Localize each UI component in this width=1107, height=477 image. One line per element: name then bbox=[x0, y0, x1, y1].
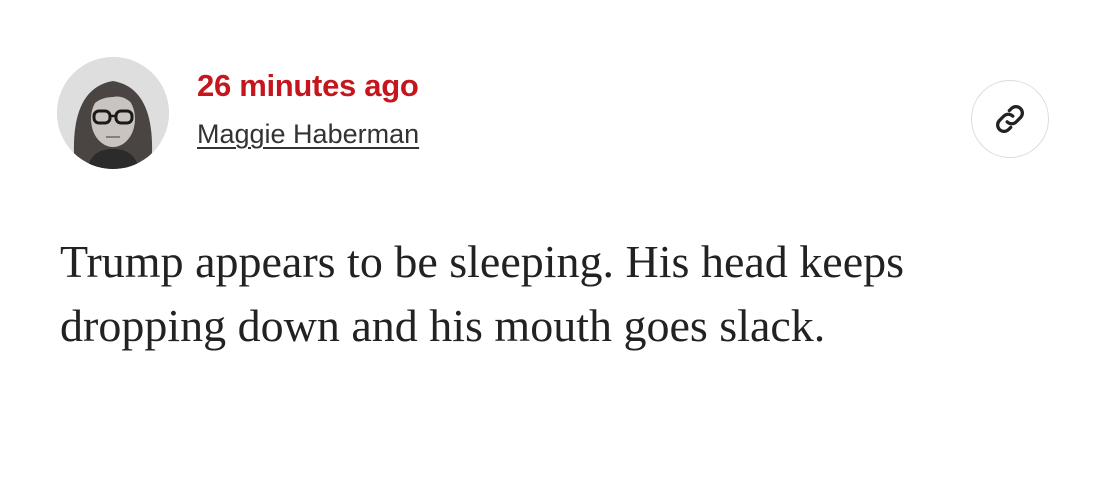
post-timestamp: 26 minutes ago bbox=[197, 68, 419, 103]
copy-link-button[interactable] bbox=[971, 80, 1049, 158]
post-meta: 26 minutes ago Maggie Haberman bbox=[197, 66, 419, 151]
post-body-text: Trump appears to be sleeping. His head k… bbox=[60, 236, 905, 351]
author-avatar bbox=[57, 57, 169, 169]
link-icon bbox=[996, 105, 1024, 133]
live-update-card: 26 minutes ago Maggie Haberman Trump app… bbox=[0, 0, 1107, 477]
author-link[interactable]: Maggie Haberman bbox=[197, 117, 419, 151]
